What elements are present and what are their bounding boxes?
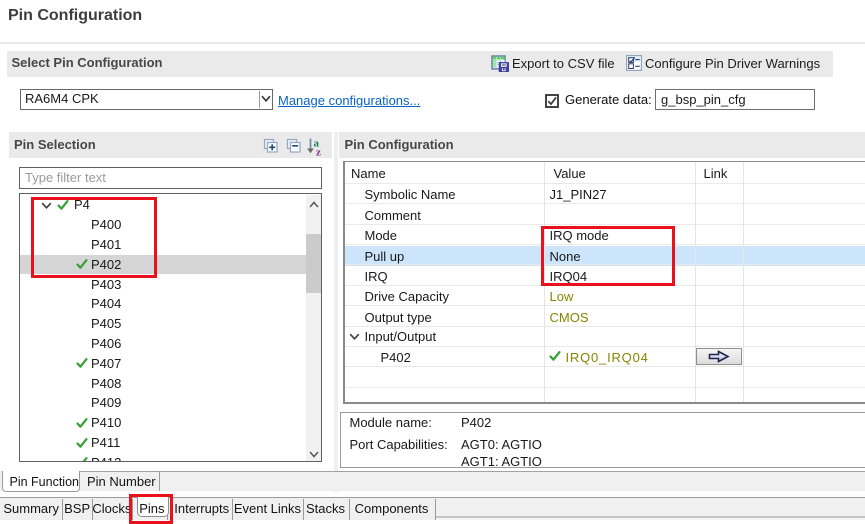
svg-text:z: z xyxy=(316,147,321,157)
